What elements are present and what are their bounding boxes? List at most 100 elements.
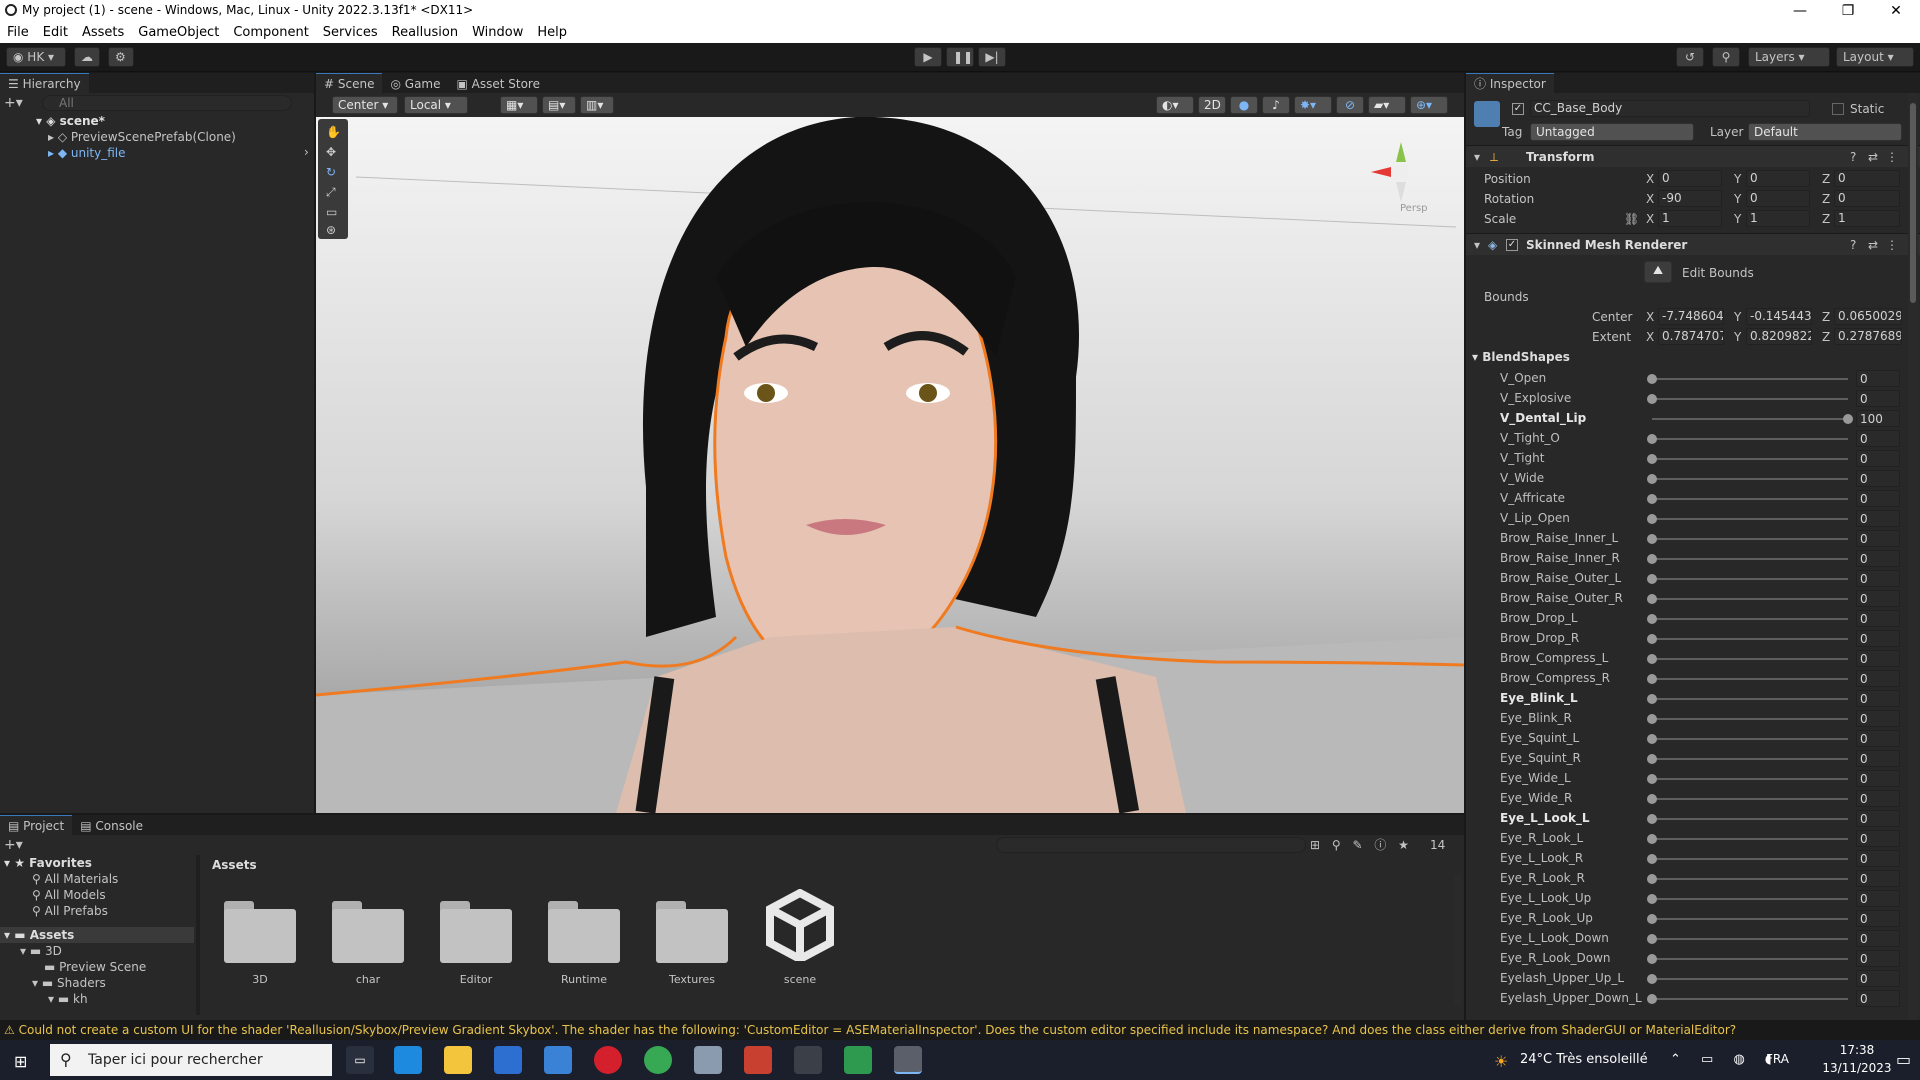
unity-editor-icon[interactable]: [894, 1046, 922, 1074]
blendshape-slider-knob[interactable]: [1647, 594, 1657, 604]
blendshape-slider-track[interactable]: [1652, 738, 1848, 740]
lighting-icon[interactable]: ●: [1230, 96, 1258, 114]
minimize-button[interactable]: —: [1780, 0, 1820, 22]
tab-console[interactable]: ▤ Console: [72, 816, 151, 836]
scrollbar-thumb[interactable]: [1910, 103, 1916, 303]
rotation-z-field[interactable]: 0: [1834, 190, 1900, 207]
opera-icon[interactable]: [594, 1046, 622, 1074]
blendshape-value-field[interactable]: 0: [1856, 670, 1900, 687]
hand-tool-icon[interactable]: ✋: [326, 125, 341, 139]
blendshape-slider-knob[interactable]: [1647, 474, 1657, 484]
store-icon[interactable]: [494, 1046, 522, 1074]
extent-z-field[interactable]: 0.2787689: [1834, 328, 1902, 345]
weather-text[interactable]: 24°C Très ensoleillé: [1520, 1052, 1648, 1067]
play-button[interactable]: ▶: [914, 47, 942, 67]
blendshape-value-field[interactable]: 0: [1856, 950, 1900, 967]
blendshape-slider-knob[interactable]: [1647, 954, 1657, 964]
grid-icon[interactable]: ▤▾: [542, 96, 576, 114]
menu-help[interactable]: Help: [530, 22, 574, 43]
blendshape-slider-knob[interactable]: [1647, 714, 1657, 724]
blendshape-slider-knob[interactable]: [1843, 414, 1853, 424]
blendshape-slider-track[interactable]: [1652, 518, 1848, 520]
blendshape-slider-knob[interactable]: [1647, 534, 1657, 544]
tray-icons[interactable]: ⌃ ▭ ◍ ◖: [1670, 1052, 1780, 1067]
status-message[interactable]: Could not create a custom UI for the sha…: [19, 1023, 1737, 1037]
blendshape-slider-track[interactable]: [1652, 778, 1848, 780]
blendshape-slider-track[interactable]: [1652, 538, 1848, 540]
hidden-objects-icon[interactable]: ⊘: [1336, 96, 1364, 114]
clock-date[interactable]: 13/11/2023: [1822, 1061, 1892, 1075]
menu-assets[interactable]: Assets: [75, 22, 131, 43]
blendshape-value-field[interactable]: 0: [1856, 910, 1900, 927]
tab-project[interactable]: ▤ Project: [0, 815, 73, 835]
blendshape-slider-track[interactable]: [1652, 758, 1848, 760]
rotation-x-field[interactable]: -90: [1658, 190, 1722, 207]
center-z-field[interactable]: 0.0650029: [1834, 308, 1902, 325]
blendshape-slider-knob[interactable]: [1647, 554, 1657, 564]
blendshape-value-field[interactable]: 0: [1856, 390, 1900, 407]
blendshape-slider-track[interactable]: [1652, 918, 1848, 920]
audio-icon[interactable]: ♪: [1262, 96, 1290, 114]
blendshape-slider-track[interactable]: [1652, 698, 1848, 700]
mail-icon[interactable]: [544, 1046, 572, 1074]
blendshape-slider-knob[interactable]: [1647, 514, 1657, 524]
blendshape-value-field[interactable]: 0: [1856, 970, 1900, 987]
effects-icon[interactable]: ✸▾: [1294, 96, 1332, 114]
close-button[interactable]: ✕: [1876, 0, 1916, 22]
language-indicator[interactable]: FRA: [1766, 1052, 1789, 1066]
blendshape-value-field[interactable]: 0: [1856, 630, 1900, 647]
blendshape-slider-track[interactable]: [1652, 998, 1848, 1000]
blendshape-slider-track[interactable]: [1652, 858, 1848, 860]
favorites-foldout[interactable]: ▾ ★ Favorites: [4, 855, 92, 871]
blendshape-slider-knob[interactable]: [1647, 614, 1657, 624]
position-z-field[interactable]: 0: [1834, 170, 1900, 187]
scale-z-field[interactable]: 1: [1834, 210, 1900, 227]
project-search-input[interactable]: [996, 837, 1306, 853]
blendshape-value-field[interactable]: 0: [1856, 690, 1900, 707]
tag-dropdown[interactable]: Untagged: [1530, 123, 1694, 141]
favorite-item[interactable]: ⚲ All Materials: [32, 871, 118, 887]
blendshape-value-field[interactable]: 0: [1856, 510, 1900, 527]
more-icon[interactable]: ⋮: [1886, 149, 1898, 165]
blendshape-value-field[interactable]: 0: [1856, 810, 1900, 827]
blendshape-slider-track[interactable]: [1652, 558, 1848, 560]
blendshape-value-field[interactable]: 0: [1856, 710, 1900, 727]
menu-component[interactable]: Component: [226, 22, 315, 43]
tree-splitter[interactable]: [196, 855, 200, 1015]
blendshape-value-field[interactable]: 0: [1856, 730, 1900, 747]
constrain-scale-icon[interactable]: ⛓: [1624, 211, 1639, 227]
static-checkbox[interactable]: [1832, 103, 1844, 115]
blendshape-slider-knob[interactable]: [1647, 734, 1657, 744]
blendshape-slider-knob[interactable]: [1647, 394, 1657, 404]
center-y-field[interactable]: -0.145443: [1746, 308, 1812, 325]
blendshape-value-field[interactable]: 0: [1856, 770, 1900, 787]
tree-item[interactable]: ▾ ▬ 3D: [20, 943, 62, 959]
add-icon[interactable]: +▾: [4, 95, 23, 111]
blendshape-value-field[interactable]: 0: [1856, 550, 1900, 567]
position-x-field[interactable]: 0: [1658, 170, 1722, 187]
blendshape-slider-track[interactable]: [1652, 898, 1848, 900]
smr-header[interactable]: ▾ ◈ ✓ Skinned Mesh Renderer ? ⇄ ⋮: [1466, 233, 1920, 255]
menu-edit[interactable]: Edit: [36, 22, 75, 43]
blendshape-slider-knob[interactable]: [1647, 834, 1657, 844]
blendshape-slider-track[interactable]: [1652, 798, 1848, 800]
rotate-tool-icon[interactable]: ↻: [326, 165, 336, 179]
blendshape-slider-knob[interactable]: [1647, 654, 1657, 664]
tree-item[interactable]: ▾ ▬ kh: [48, 991, 88, 1007]
blendshape-slider-knob[interactable]: [1647, 774, 1657, 784]
blendshape-value-field[interactable]: 0: [1856, 470, 1900, 487]
tree-item[interactable]: ▬ Preview Scene: [44, 959, 146, 975]
blendshape-slider-track[interactable]: [1652, 438, 1848, 440]
blendshape-slider-knob[interactable]: [1647, 974, 1657, 984]
active-checkbox[interactable]: ✓: [1512, 103, 1524, 115]
step-button[interactable]: ▶|: [978, 47, 1006, 67]
favorite-item[interactable]: ⚲ All Prefabs: [32, 903, 108, 919]
blendshape-slider-track[interactable]: [1652, 818, 1848, 820]
layout-dropdown[interactable]: Layout ▾: [1836, 47, 1914, 67]
edit-bounds-button[interactable]: ⛰: [1644, 261, 1672, 283]
blendshape-value-field[interactable]: 0: [1856, 370, 1900, 387]
pivot-dropdown[interactable]: Center ▾: [332, 96, 398, 114]
gizmos-icon[interactable]: ⊕▾: [1410, 96, 1448, 114]
notifications-icon[interactable]: ▭: [1896, 1050, 1911, 1069]
scene-viewport[interactable]: ✋ ✥ ↻ ⤢ ▭ ⊛ Persp: [316, 117, 1464, 813]
